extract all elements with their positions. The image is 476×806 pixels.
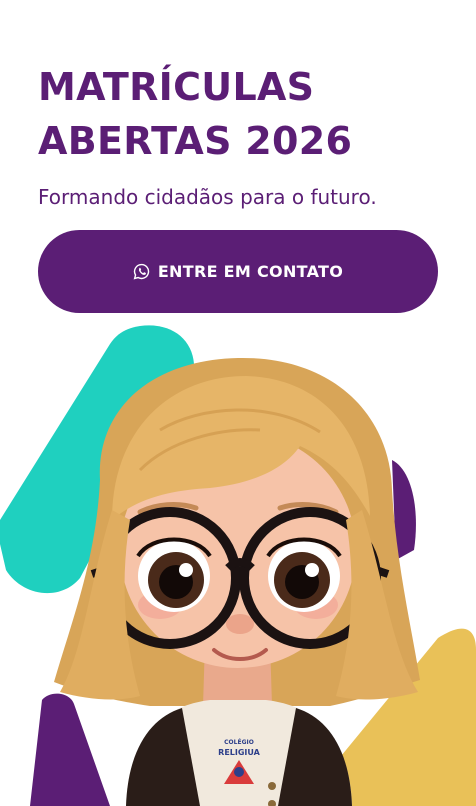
vest-button-1 xyxy=(268,782,276,790)
hero-illustration: COLÉGIO RELIGIUA xyxy=(0,325,476,806)
eye-shine-right xyxy=(305,563,319,577)
contact-button[interactable]: ENTRE EM CONTATO xyxy=(38,230,438,313)
hero-subtitle: Formando cidadãos para o futuro. xyxy=(38,185,377,209)
shirt-logo-top: COLÉGIO xyxy=(224,738,254,746)
hero-title-line-1: MATRÍCULAS xyxy=(38,65,315,109)
contact-button-label: ENTRE EM CONTATO xyxy=(157,262,344,281)
hero-title: MATRÍCULAS ABERTAS 2026 xyxy=(38,60,458,168)
hero-title-line-2: ABERTAS 2026 xyxy=(38,119,353,163)
shirt-logo-emblem-dot xyxy=(234,767,244,777)
whatsapp-icon xyxy=(133,263,150,280)
purple-shape-bottom xyxy=(30,693,110,806)
shirt-logo-main: RELIGIUA xyxy=(218,748,260,757)
eye-shine-left xyxy=(179,563,193,577)
nose xyxy=(226,614,254,634)
